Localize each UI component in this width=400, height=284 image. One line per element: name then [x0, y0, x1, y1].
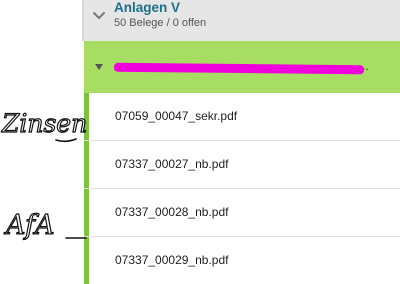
- group-title: Anlagen V: [114, 0, 181, 15]
- document-row[interactable]: 07337_00028_nb.pdf: [84, 189, 400, 237]
- document-name: 07337_00027_nb.pdf: [115, 157, 229, 171]
- chevron-down-icon[interactable]: [92, 8, 106, 22]
- document-row[interactable]: 07337_00029_nb.pdf: [84, 237, 400, 284]
- subgroup-overflow: ..: [362, 59, 369, 73]
- document-name: 07059_00047_sekr.pdf: [115, 109, 238, 123]
- document-row[interactable]: 07059_00047_sekr.pdf: [84, 93, 400, 141]
- document-name: 07337_00029_nb.pdf: [115, 253, 229, 267]
- document-list: 07059_00047_sekr.pdf 07337_00027_nb.pdf …: [84, 93, 400, 284]
- document-row[interactable]: 07337_00027_nb.pdf: [84, 141, 400, 189]
- app-window: Anlagen V 50 Belege / 0 offen .. 07059_0…: [0, 0, 400, 284]
- document-name: 07337_00028_nb.pdf: [115, 205, 229, 219]
- caret-down-icon[interactable]: [94, 63, 104, 71]
- annotation-margin: [0, 0, 84, 284]
- group-subtitle: 50 Belege / 0 offen: [114, 17, 207, 29]
